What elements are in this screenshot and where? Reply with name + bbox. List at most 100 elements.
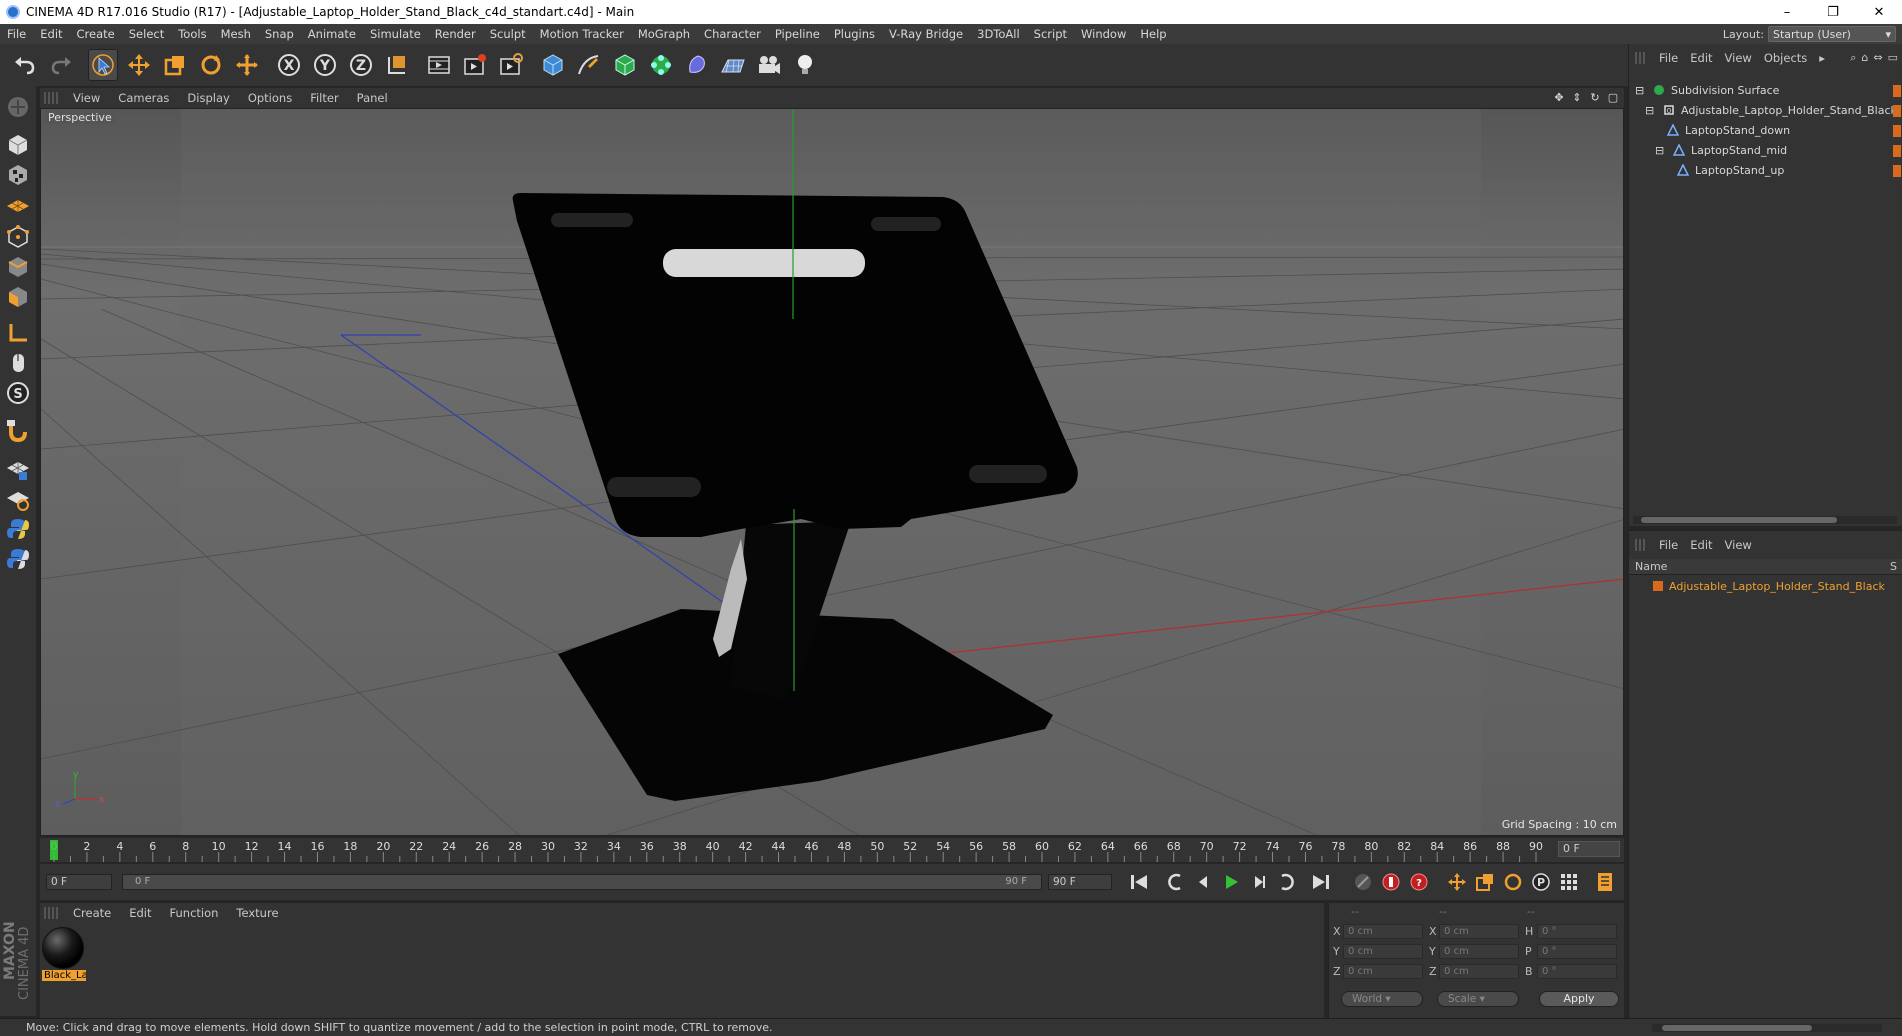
previous-keyframe-button[interactable] <box>1162 869 1188 895</box>
material-swatch[interactable]: Black_La <box>42 927 86 985</box>
play-button[interactable] <box>1218 869 1244 895</box>
go-to-end-button[interactable] <box>1308 869 1334 895</box>
live-select-button[interactable] <box>232 49 262 81</box>
collapse-toggle-icon[interactable]: ⊟ <box>1635 84 1647 97</box>
dolly-view-icon[interactable]: ⇕ <box>1570 91 1584 105</box>
rotation-h-field[interactable]: 0 ° <box>1537 924 1617 939</box>
layer-tag[interactable] <box>1893 125 1901 137</box>
camera-button[interactable] <box>754 49 784 81</box>
menu-character[interactable]: Character <box>697 27 768 41</box>
layer-tag[interactable] <box>1893 165 1901 177</box>
axis-z-button[interactable]: Z <box>346 49 376 81</box>
light-button[interactable] <box>790 49 820 81</box>
redo-button[interactable] <box>46 49 76 81</box>
next-frame-button[interactable] <box>1246 869 1272 895</box>
menu-render[interactable]: Render <box>428 27 483 41</box>
collapse-toggle-icon[interactable]: ⊟ <box>1645 104 1657 117</box>
menu-tools[interactable]: Tools <box>171 27 213 41</box>
menu-vray-bridge[interactable]: V-Ray Bridge <box>882 27 970 41</box>
subdivision-nurbs-button[interactable] <box>610 49 640 81</box>
objects-menu-view[interactable]: View <box>1719 51 1758 65</box>
key-parameter-button[interactable]: P <box>1528 869 1554 895</box>
minimize-button[interactable]: – <box>1764 0 1810 24</box>
coordinate-system-button[interactable] <box>382 49 412 81</box>
menu-3dtoall[interactable]: 3DToAll <box>970 27 1027 41</box>
size-mode-dropdown[interactable]: Scale ▾ <box>1437 991 1519 1007</box>
pen-spline-button[interactable] <box>574 49 604 81</box>
toggle-layout-icon[interactable]: ▢ <box>1606 91 1620 105</box>
rotation-p-field[interactable]: 0 ° <box>1537 944 1617 959</box>
timeline-ruler[interactable]: 0246810121416182022242628303234363840424… <box>40 838 1624 862</box>
panel-grip-icon[interactable] <box>44 92 58 104</box>
layers-menu-file[interactable]: File <box>1653 538 1684 552</box>
position-z-field[interactable]: 0 cm <box>1343 964 1423 979</box>
maximize-button[interactable]: ❐ <box>1810 0 1856 24</box>
panel-grip-icon[interactable] <box>44 907 58 919</box>
end-frame-field[interactable]: 90 F <box>1048 874 1112 890</box>
material-menu-create[interactable]: Create <box>64 906 120 920</box>
polygons-mode-button[interactable] <box>3 282 33 312</box>
search-icon[interactable]: ⌕ <box>1850 51 1856 65</box>
menu-create[interactable]: Create <box>70 27 122 41</box>
undo-button[interactable] <box>10 49 40 81</box>
grid-snap-button[interactable] <box>3 454 33 484</box>
panel-grip-icon[interactable] <box>1635 539 1647 551</box>
scrollbar-thumb[interactable] <box>1641 517 1837 523</box>
pan-view-icon[interactable]: ✥ <box>1552 91 1566 105</box>
axis-y-button[interactable]: Y <box>310 49 340 81</box>
object-manager-scrollbar[interactable] <box>1633 516 1897 524</box>
menu-simulate[interactable]: Simulate <box>363 27 428 41</box>
size-z-field[interactable]: 0 cm <box>1439 964 1519 979</box>
record-keys-off-button[interactable] <box>1350 869 1376 895</box>
timeline-playhead[interactable] <box>50 840 58 860</box>
tweak-mode-button[interactable] <box>3 348 33 378</box>
filter-icon[interactable]: ⇔ <box>1873 51 1882 65</box>
menu-pipeline[interactable]: Pipeline <box>768 27 827 41</box>
model-mode-button[interactable] <box>3 130 33 160</box>
select-pointer-button[interactable] <box>88 49 118 81</box>
tree-item-laptopstand-down[interactable]: LaptopStand_down <box>1629 120 1902 140</box>
render-picture-viewer-button[interactable] <box>460 49 490 81</box>
menu-mesh[interactable]: Mesh <box>214 27 258 41</box>
cloner-button[interactable] <box>646 49 676 81</box>
key-point-level-button[interactable] <box>1556 869 1582 895</box>
menu-script[interactable]: Script <box>1027 27 1074 41</box>
texture-mode-button[interactable] <box>3 160 33 190</box>
layer-tag[interactable] <box>1893 145 1901 157</box>
key-rotation-button[interactable] <box>1500 869 1526 895</box>
move-tool-button[interactable] <box>124 49 154 81</box>
next-keyframe-button[interactable] <box>1274 869 1300 895</box>
autokeying-button[interactable]: ? <box>1406 869 1432 895</box>
render-view-button[interactable] <box>424 49 454 81</box>
layer-tag[interactable] <box>1893 85 1901 97</box>
previous-frame-button[interactable] <box>1190 869 1216 895</box>
menu-file[interactable]: File <box>0 27 33 41</box>
status-scrollbar[interactable] <box>1652 1024 1882 1032</box>
timeline-window-button[interactable] <box>1592 869 1618 895</box>
objects-menu-more-icon[interactable]: ▸ <box>1813 51 1831 65</box>
menu-sculpt[interactable]: Sculpt <box>483 27 533 41</box>
layers-menu-view[interactable]: View <box>1719 538 1758 552</box>
rotate-tool-button[interactable] <box>196 49 226 81</box>
position-x-field[interactable]: 0 cm <box>1343 924 1423 939</box>
lock-workplane-button[interactable] <box>3 484 33 514</box>
tree-item-adjustable-laptop-holder[interactable]: ⊟ 0 Adjustable_Laptop_Holder_Stand_Black <box>1629 100 1902 120</box>
go-to-start-button[interactable] <box>1126 869 1152 895</box>
menu-mograph[interactable]: MoGraph <box>631 27 697 41</box>
python-button[interactable] <box>3 514 33 544</box>
menu-edit[interactable]: Edit <box>33 27 69 41</box>
viewport-menu-filter[interactable]: Filter <box>301 91 347 105</box>
viewport-menu-display[interactable]: Display <box>178 91 238 105</box>
material-menu-function[interactable]: Function <box>161 906 228 920</box>
viewport-menu-cameras[interactable]: Cameras <box>109 91 178 105</box>
edges-mode-button[interactable] <box>3 252 33 282</box>
tree-item-subdivision-surface[interactable]: ⊟ Subdivision Surface <box>1629 80 1902 100</box>
record-active-objects-button[interactable] <box>1378 869 1404 895</box>
magnet-snap-button[interactable] <box>3 416 33 446</box>
close-button[interactable]: ✕ <box>1856 0 1902 24</box>
start-frame-field[interactable]: 0 F <box>46 874 112 890</box>
objects-menu-edit[interactable]: Edit <box>1684 51 1718 65</box>
menu-window[interactable]: Window <box>1074 27 1133 41</box>
viewport-menu-panel[interactable]: Panel <box>348 91 397 105</box>
perspective-viewport[interactable]: y x z Perspective Grid Spacing : 10 cm <box>40 108 1624 836</box>
